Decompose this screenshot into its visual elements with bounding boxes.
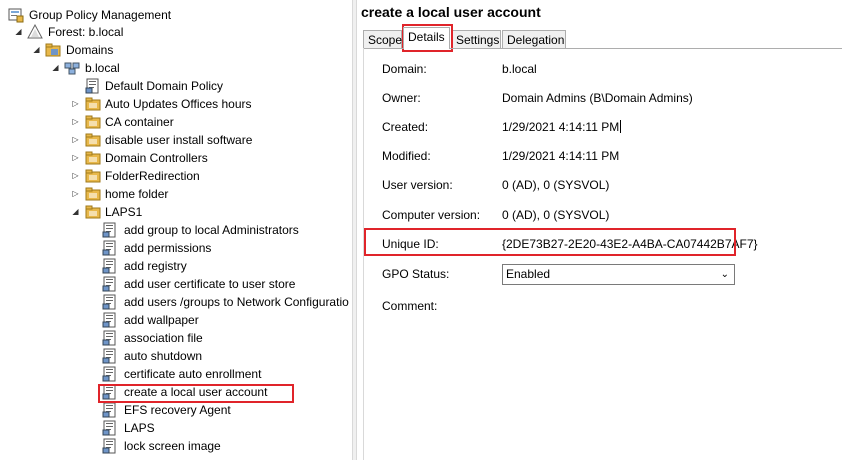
- gpo-link-icon: [102, 276, 116, 292]
- chevron-down-icon: ⌄: [720, 269, 729, 280]
- domain-label: b.local: [85, 61, 120, 75]
- gpo-status-value: Enabled: [506, 267, 551, 281]
- expand-triangle-icon[interactable]: ▷: [71, 95, 80, 113]
- collapse-triangle-icon[interactable]: ◢: [71, 203, 80, 221]
- domains-label: Domains: [66, 43, 114, 57]
- forest-label: Forest: b.local: [48, 25, 124, 39]
- tree-item-label: disable user install software: [105, 133, 253, 147]
- expand-triangle-icon[interactable]: ▷: [71, 149, 80, 167]
- user-version-field-label: User version:: [382, 178, 453, 192]
- tree-root-label: Group Policy Management: [29, 8, 172, 22]
- tab-details[interactable]: Details: [403, 27, 450, 49]
- tree-item-label: add users /groups to Network Configurati…: [124, 295, 349, 309]
- tree-item-label: EFS recovery Agent: [124, 403, 231, 417]
- computer-version-field-label: Computer version:: [382, 208, 481, 222]
- details-pane: create a local user account Scope Detail…: [357, 0, 848, 460]
- collapse-triangle-icon[interactable]: ◢: [51, 59, 60, 77]
- owner-field-value: Domain Admins (B\Domain Admins): [502, 91, 693, 105]
- tree-item-label: add wallpaper: [124, 313, 199, 327]
- tree-item-label: add registry: [124, 259, 187, 273]
- ou-folder-icon: [85, 151, 101, 165]
- tree-item-label: LAPS: [124, 421, 155, 435]
- ou-folder-icon: [85, 169, 101, 183]
- ou-folder-icon: [85, 187, 101, 201]
- console-tree: Group Policy Management ◢ Forest: b.loca…: [0, 0, 352, 460]
- domain-icon: [64, 62, 80, 75]
- tree-item-label: add group to local Administrators: [124, 223, 299, 237]
- domain-field-label: Domain:: [382, 62, 427, 76]
- text-caret: [620, 120, 622, 133]
- gpo-link-icon: [102, 258, 116, 274]
- collapse-triangle-icon[interactable]: ◢: [14, 23, 23, 41]
- expand-triangle-icon[interactable]: ▷: [71, 131, 80, 149]
- gpo-link-icon: [85, 78, 99, 94]
- ou-folder-icon: [85, 133, 101, 147]
- tree-item-label: Auto Updates Offices hours: [105, 97, 252, 111]
- forest-icon: [27, 24, 43, 39]
- comment-field-label: Comment:: [382, 299, 438, 313]
- domain-field-value: b.local: [502, 62, 537, 76]
- gpo-link-icon: [102, 294, 116, 310]
- gpo-link-icon: [102, 222, 116, 238]
- gpo-link-icon: [102, 240, 116, 256]
- tree-item-label: add user certificate to user store: [124, 277, 296, 291]
- owner-field-label: Owner:: [382, 91, 421, 105]
- gpo-link-icon: [102, 438, 116, 454]
- expand-triangle-icon[interactable]: ▷: [71, 167, 80, 185]
- gpo-link-icon: [102, 330, 116, 346]
- tree-item-label: FolderRedirection: [105, 169, 200, 183]
- ou-folder-icon: [85, 97, 101, 111]
- created-field-label: Created:: [382, 120, 429, 134]
- gpo-title: create a local user account: [361, 4, 541, 20]
- tree-item-label: association file: [124, 331, 203, 345]
- highlight-box-unique-id: [364, 228, 736, 256]
- gpmc-console-icon: [8, 8, 24, 23]
- tree-item-label: CA container: [105, 115, 174, 129]
- gpo-link-icon: [102, 348, 116, 364]
- tree-item-label: add permissions: [124, 241, 212, 255]
- gpo-link-icon: [102, 366, 116, 382]
- tab-delegation[interactable]: Delegation: [502, 30, 566, 48]
- gpo-link-icon: [102, 402, 116, 418]
- tree-item-label: Default Domain Policy: [105, 79, 224, 93]
- tree-item-label: LAPS1: [105, 205, 143, 219]
- collapse-triangle-icon[interactable]: ◢: [32, 41, 41, 59]
- tree-item-label: certificate auto enrollment: [124, 367, 262, 381]
- tab-settings[interactable]: Settings: [451, 30, 501, 48]
- expand-triangle-icon[interactable]: ▷: [71, 113, 80, 131]
- tab-scope[interactable]: Scope: [363, 30, 402, 48]
- ou-folder-icon: [85, 205, 101, 219]
- created-field-value: 1/29/2021 4:14:11 PM: [502, 120, 620, 134]
- modified-field-value: 1/29/2021 4:14:11 PM: [502, 149, 620, 163]
- tree-item-label: auto shutdown: [124, 349, 203, 363]
- domains-folder-icon: [45, 43, 61, 57]
- gpo-link-icon: [102, 312, 116, 328]
- gpo-status-select[interactable]: Enabled ⌄: [502, 264, 735, 285]
- tree-item-label: lock screen image: [124, 439, 221, 453]
- expand-triangle-icon[interactable]: ▷: [71, 185, 80, 203]
- modified-field-label: Modified:: [382, 149, 431, 163]
- ou-folder-icon: [85, 115, 101, 129]
- gpo-status-field-label: GPO Status:: [382, 267, 450, 281]
- computer-version-field-value: 0 (AD), 0 (SYSVOL): [502, 208, 610, 222]
- details-panel: Domain: b.local Owner: Domain Admins (B\…: [363, 48, 842, 460]
- gpo-link-icon: [102, 420, 116, 436]
- user-version-field-value: 0 (AD), 0 (SYSVOL): [502, 178, 610, 192]
- tree-item-label: home folder: [105, 187, 169, 201]
- highlight-box-selected-gpo: [98, 384, 294, 403]
- tree-item-label: Domain Controllers: [105, 151, 208, 165]
- created-field[interactable]: 1/29/2021 4:14:11 PM: [502, 120, 622, 134]
